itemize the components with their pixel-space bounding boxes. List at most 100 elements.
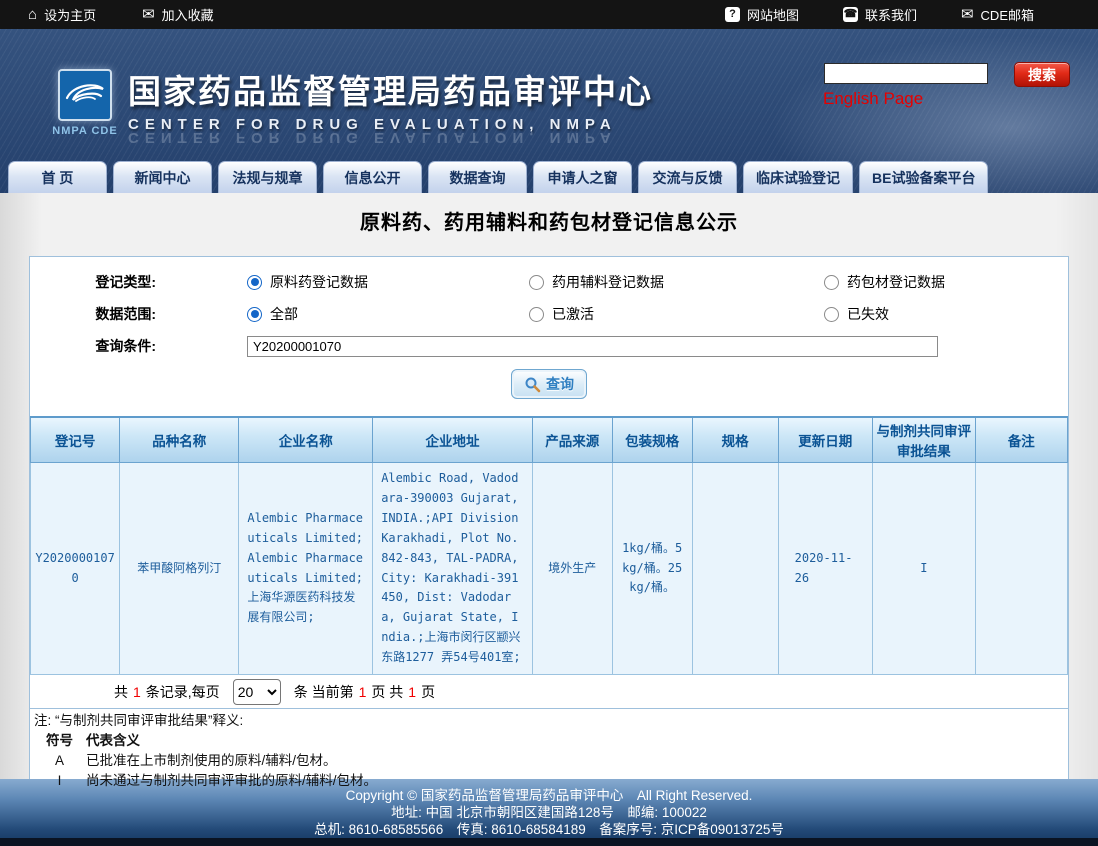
radio-packaging-data[interactable]: 药包材登记数据 [824,272,945,292]
radio-scope-all-icon[interactable] [247,307,262,322]
site-titles: 国家药品监督管理局药品审评中心 CENTER FOR DRUG EVALUATI… [128,65,653,146]
contact-us-link[interactable]: ☎ 联系我们 [843,5,917,24]
nav-tab-info-disclosure[interactable]: 信息公开 [323,161,422,193]
col-header-reg-no: 登记号 [31,417,120,463]
radio-scope-expired-label: 已失效 [847,304,889,324]
site-title-english-reflection: CENTER FOR DRUG EVALUATION, NMPA [128,129,653,146]
pagination-text: 页 [421,682,435,702]
footer-bottom-strip [0,838,1098,846]
nav-tab-home[interactable]: 首 页 [8,161,107,193]
radio-packaging-data-label: 药包材登记数据 [847,272,945,292]
set-homepage-label: 设为主页 [44,5,96,24]
radio-excipient-data[interactable]: 药用辅料登记数据 [529,272,824,292]
legend-row-a: A 已批准在上市制剂使用的原料/辅料/包材。 [30,751,1068,771]
col-header-update-date: 更新日期 [778,417,872,463]
reg-type-options: 原料药登记数据 药用辅料登记数据 药包材登记数据 [247,272,945,292]
legend-title: 注: “与制剂共同审评审批结果”释义: [30,711,1068,731]
legend-header: 符号 代表含义 [30,731,1068,751]
home-icon: ⌂ [28,7,37,22]
cell-spec [692,463,778,675]
pagination-text: 条记录,每页 [146,682,220,702]
legend-meaning-i: 尚未通过与制剂共同审评审批的原料/辅料/包材。 [86,771,377,791]
nav-tab-feedback[interactable]: 交流与反馈 [638,161,737,193]
radio-scope-activated-icon[interactable] [529,307,544,322]
topbar: ⌂ 设为主页 ✉ 加入收藏 ? 网站地图 ☎ 联系我们 ✉ CDE邮箱 [0,0,1098,29]
nav-tab-data-query[interactable]: 数据查询 [428,161,527,193]
topbar-left-group: ⌂ 设为主页 ✉ 加入收藏 [0,5,214,24]
site-header: NMPA CDE 国家药品监督管理局药品审评中心 CENTER FOR DRUG… [0,29,1098,193]
radio-excipient-data-label: 药用辅料登记数据 [552,272,664,292]
query-form: 登记类型: 原料药登记数据 药用辅料登记数据 药包材登记数据 [30,257,1068,399]
nav-tab-clinical-trial[interactable]: 临床试验登记 [743,161,853,193]
add-favorite-link[interactable]: ✉ 加入收藏 [142,5,214,24]
col-header-company: 企业名称 [239,417,373,463]
contact-us-label: 联系我们 [865,5,917,24]
cell-reg-no: Y20200001070 [31,463,120,675]
site-search-button[interactable]: 搜索 [1014,62,1070,87]
radio-api-data-label: 原料药登记数据 [270,272,368,292]
cell-address: Alembic Road, Vadodara-390003 Gujarat, I… [373,463,533,675]
nav-tab-applicant-window[interactable]: 申请人之窗 [533,161,632,193]
main-content: 原料药、药用辅料和药包材登记信息公示 登记类型: 原料药登记数据 药用辅料登记数… [0,193,1098,779]
radio-scope-expired[interactable]: 已失效 [824,304,889,324]
cell-review-result: I [872,463,975,675]
radio-scope-all-label: 全部 [270,304,298,324]
radio-scope-activated-label: 已激活 [552,304,594,324]
pagination-bar: 共 1 条记录,每页 20 条 当前第 1 页 共 1 页 [30,675,1068,708]
data-scope-options: 全部 已激活 已失效 [247,304,889,324]
current-page-number: 1 [359,684,367,700]
query-condition-input[interactable] [247,336,938,357]
radio-scope-expired-icon[interactable] [824,307,839,322]
sitemap-link[interactable]: ? 网站地图 [725,5,799,24]
radio-scope-all[interactable]: 全部 [247,304,529,324]
cell-package-spec: 1kg/桶。5 kg/桶。25 kg/桶。 [612,463,692,675]
page-title: 原料药、药用辅料和药包材登记信息公示 [0,206,1098,235]
reg-type-row: 登记类型: 原料药登记数据 药用辅料登记数据 药包材登记数据 [30,266,1068,298]
cell-update-date: 2020-11-26 [778,463,872,675]
col-header-remark: 备注 [975,417,1067,463]
site-search-input[interactable] [824,63,988,84]
nav-tab-be-platform[interactable]: BE试验备案平台 [859,161,988,193]
legend-symbol-i: I [46,771,73,791]
english-page-link[interactable]: English Page [823,89,923,109]
col-header-spec: 规格 [692,417,778,463]
phone-icon: ☎ [843,7,858,22]
data-scope-label: 数据范围: [30,304,156,324]
query-panel: 登记类型: 原料药登记数据 药用辅料登记数据 药包材登记数据 [29,256,1069,795]
envelope-icon: ✉ [142,7,155,22]
logo-caption: NMPA CDE [44,125,126,137]
page-size-select[interactable]: 20 [233,679,281,705]
query-button[interactable]: 查询 [511,369,587,399]
set-homepage-link[interactable]: ⌂ 设为主页 [28,5,96,24]
pagination-text: 条 当前第 [294,682,354,702]
topbar-right-group: ? 网站地图 ☎ 联系我们 ✉ CDE邮箱 [725,5,1098,24]
nav-tab-regulations[interactable]: 法规与规章 [218,161,317,193]
footer-address: 地址: 中国 北京市朝阳区建国路128号 邮编: 100022 [0,804,1098,821]
cell-company: Alembic Pharmaceuticals Limited;Alembic … [239,463,373,675]
magnifier-icon [524,376,541,393]
cell-product-name: 苯甲酸阿格列汀 [120,463,239,675]
radio-scope-activated[interactable]: 已激活 [529,304,824,324]
col-header-origin: 产品来源 [532,417,612,463]
radio-packaging-data-icon[interactable] [824,275,839,290]
table-header-row: 登记号 品种名称 企业名称 企业地址 产品来源 包装规格 规格 更新日期 与制剂… [31,417,1068,463]
sitemap-label: 网站地图 [747,5,799,24]
col-header-product-name: 品种名称 [120,417,239,463]
mail-icon: ✉ [961,7,974,22]
radio-api-data-icon[interactable] [247,275,262,290]
query-button-row: 查询 [30,369,1068,399]
cde-mail-link[interactable]: ✉ CDE邮箱 [961,5,1034,24]
col-header-review-result: 与制剂共同审评审批结果 [872,417,975,463]
results-table: 登记号 品种名称 企业名称 企业地址 产品来源 包装规格 规格 更新日期 与制剂… [30,416,1068,675]
nmpa-cde-logo [58,69,112,121]
nav-tab-news[interactable]: 新闻中心 [113,161,212,193]
legend-col-symbol: 符号 [46,731,73,751]
pagination-text: 共 [114,682,128,702]
cell-remark [975,463,1067,675]
radio-excipient-data-icon[interactable] [529,275,544,290]
cell-origin: 境外生产 [532,463,612,675]
question-icon: ? [725,7,740,22]
query-condition-row: 查询条件: [30,330,1068,362]
radio-api-data[interactable]: 原料药登记数据 [247,272,529,292]
query-condition-label: 查询条件: [30,336,156,356]
